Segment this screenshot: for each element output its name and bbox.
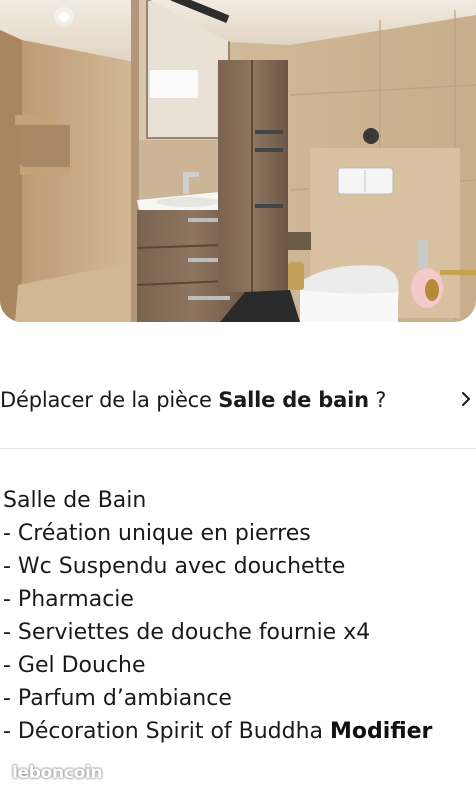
room-description: Salle de Bain - Création unique en pierr…: [3, 484, 473, 748]
move-room-prefix: Déplacer de la pièce: [0, 388, 219, 412]
description-line: - Wc Suspendu avec douchette: [3, 554, 346, 579]
description-line: - Parfum d’ambiance: [3, 686, 232, 711]
move-room-text: Déplacer de la pièce Salle de bain ?: [0, 388, 386, 412]
description-last-line: - Décoration Spirit of Buddha Modifier: [3, 715, 473, 748]
chevron-right-icon[interactable]: [460, 390, 472, 408]
description-line: - Décoration Spirit of Buddha: [3, 719, 331, 744]
edit-link[interactable]: Modifier: [330, 719, 432, 744]
description-line: - Pharmacie: [3, 587, 134, 612]
bathroom-photo-image: [0, 0, 476, 322]
description-line: Salle de Bain: [3, 488, 147, 513]
move-room-row[interactable]: Déplacer de la pièce Salle de bain ?: [0, 372, 476, 428]
move-room-name: Salle de bain: [218, 388, 369, 412]
room-photo[interactable]: [0, 0, 476, 322]
section-divider: [0, 448, 476, 449]
move-room-suffix: ?: [368, 388, 387, 412]
leboncoin-watermark: leboncoin: [12, 763, 103, 783]
description-line: - Création unique en pierres: [3, 521, 311, 546]
description-line: - Serviettes de douche fournie x4: [3, 620, 371, 645]
description-line: - Gel Douche: [3, 653, 146, 678]
